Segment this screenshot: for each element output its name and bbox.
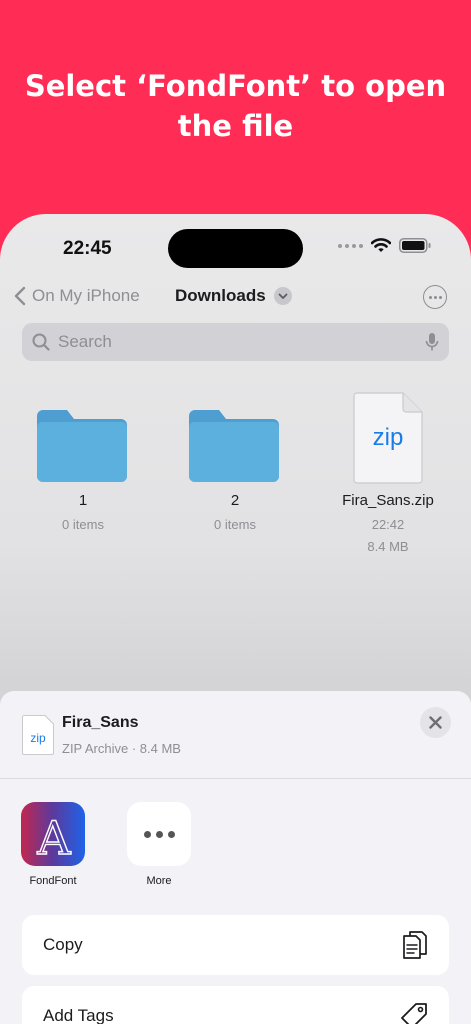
chevron-left-icon [14, 286, 26, 306]
search-icon [32, 333, 50, 351]
file-name: Fira_Sans.zip [342, 492, 434, 509]
tag-icon [401, 1003, 427, 1024]
headline-line-2: the file [177, 109, 294, 143]
phone-screen: 22:45 On My iPhone Downloads Search 1 0 … [0, 214, 471, 1024]
file-item-folder-2[interactable]: 2 0 items [160, 390, 310, 533]
share-app-fondfont[interactable]: A FondFont [8, 802, 98, 887]
wifi-icon [371, 238, 391, 252]
folder-title-menu[interactable]: Downloads [175, 286, 292, 306]
action-add-tags[interactable]: Add Tags [22, 986, 449, 1024]
back-label: On My iPhone [32, 286, 140, 305]
share-app-more[interactable]: More [114, 802, 204, 887]
sheet-thumb-label: zip [30, 731, 46, 745]
share-sheet: zip Fira_Sans ZIP Archive · 8.4 MB A Fon… [0, 691, 471, 1024]
share-sheet-header: zip Fira_Sans ZIP Archive · 8.4 MB [0, 691, 471, 779]
file-meta: 0 items [62, 517, 104, 532]
folder-icon [189, 410, 279, 482]
close-icon [429, 716, 442, 729]
action-copy[interactable]: Copy [22, 915, 449, 975]
file-meta: 0 items [214, 517, 256, 532]
file-size: 8.4 MB [367, 539, 409, 554]
fondfont-glyph: A [36, 811, 71, 865]
search-bar[interactable]: Search [22, 323, 449, 361]
more-dots-icon [127, 802, 191, 866]
cellular-signal-icon [338, 243, 363, 248]
folder-icon [37, 410, 127, 482]
more-options-icon[interactable] [423, 285, 447, 309]
sheet-file-info: ZIP Archive · 8.4 MB [62, 741, 181, 756]
file-name: 1 [78, 492, 88, 509]
zip-file-icon: zip [353, 392, 423, 484]
action-label: Add Tags [43, 1006, 114, 1024]
file-name: 2 [230, 492, 240, 509]
nav-bar: On My iPhone Downloads [0, 284, 471, 314]
file-meta: 22:42 [371, 517, 405, 532]
file-item-folder-1[interactable]: 1 0 items [8, 390, 158, 533]
zip-thumb-label: zip [373, 424, 404, 451]
app-label: FondFont [29, 875, 77, 887]
copy-icon [403, 931, 427, 959]
headline: Select ‘FondFont’ to open the file [0, 66, 471, 146]
back-button[interactable]: On My iPhone [14, 286, 140, 306]
zip-file-icon: zip [22, 715, 54, 755]
fondfont-app-icon: A [21, 802, 85, 866]
file-item-zip[interactable]: zip Fira_Sans.zip 22:42 8.4 MB [313, 390, 463, 554]
status-time: 22:45 [63, 238, 112, 259]
close-button[interactable] [420, 707, 451, 738]
sheet-file-name: Fira_Sans [62, 714, 139, 731]
search-input[interactable]: Search [58, 332, 425, 352]
dynamic-island [168, 229, 303, 268]
status-icons [338, 238, 431, 253]
headline-line-1: Select ‘FondFont’ to open [24, 69, 447, 103]
page-title: Downloads [175, 286, 266, 305]
action-label: Copy [43, 935, 83, 954]
chevron-down-icon [273, 287, 292, 305]
battery-icon [399, 238, 431, 253]
microphone-icon[interactable] [425, 332, 439, 352]
app-label: More [146, 875, 172, 887]
